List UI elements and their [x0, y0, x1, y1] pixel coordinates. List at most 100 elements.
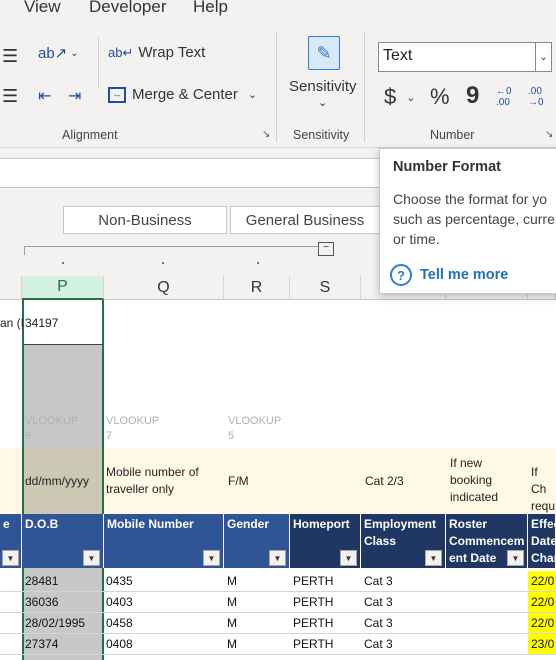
table-header-dob[interactable]: D.O.B ▼	[22, 514, 104, 568]
cell-gender[interactable]: M	[227, 593, 237, 612]
column-header-prev[interactable]	[0, 276, 22, 300]
table-header-effective[interactable]: Effec Date Chan	[528, 514, 556, 568]
instruction-roster[interactable]: If new booking indicated	[450, 455, 498, 506]
column-header-q[interactable]: Q	[104, 276, 224, 300]
cell-mobile[interactable]: 0435	[106, 572, 133, 591]
wrap-text-button[interactable]: ab↵ Wrap Text	[108, 44, 205, 61]
increase-indent-button[interactable]: ⇥	[68, 86, 81, 106]
cell-mobile[interactable]: 0408	[106, 635, 133, 654]
cell-effective-date[interactable]: 23/0	[531, 635, 554, 654]
table-header-employment[interactable]: Employment Class ▼	[361, 514, 446, 568]
cell-gender[interactable]: M	[227, 635, 237, 654]
cell-effective-date[interactable]: 22/0	[531, 593, 554, 612]
decrease-indent-button[interactable]: ⇤	[38, 86, 51, 106]
table-header-mobile[interactable]: Mobile Number ▼	[104, 514, 224, 568]
tell-me-more-link[interactable]: ? Tell me more	[390, 264, 508, 286]
cell-gender[interactable]: M	[227, 614, 237, 633]
currency-button[interactable]: $ ⌄	[384, 84, 415, 110]
align-bottom-button[interactable]: ☰	[2, 86, 18, 107]
comma-style-button[interactable]: 9	[466, 82, 479, 110]
cell-clipped-text[interactable]: an (I	[0, 316, 24, 330]
general-business-button[interactable]: General Business	[230, 206, 380, 234]
cell-employment-class[interactable]: Cat 3	[364, 572, 393, 591]
cell-mobile[interactable]: 0458	[106, 614, 133, 633]
number-launcher-icon[interactable]: ↘	[545, 129, 553, 140]
number-format-value: Text	[383, 47, 413, 64]
percent-button[interactable]: %	[430, 84, 450, 110]
wrap-text-icon: ab↵	[108, 44, 134, 60]
cell-effective-date[interactable]: 22/0	[531, 572, 554, 591]
cell-homeport[interactable]: PERTH	[293, 593, 333, 612]
sensitivity-button[interactable]: ✎ Sensitivity ⌄	[282, 32, 366, 122]
column-header-r[interactable]: R	[224, 276, 290, 300]
cell-gender[interactable]: M	[227, 572, 237, 591]
instruction-dob[interactable]: dd/mm/yyyy	[25, 473, 89, 490]
text-orientation-icon: ab↗	[38, 45, 68, 62]
chevron-down-icon: ⌄	[406, 91, 416, 104]
row-border	[0, 654, 556, 655]
filter-dropdown-icon[interactable]: ▼	[507, 550, 524, 566]
table-header-roster[interactable]: Roster Commencem ent Date ▼	[446, 514, 528, 568]
column-header-p[interactable]: P	[22, 276, 104, 300]
help-question-icon: ?	[390, 264, 412, 286]
cell-effective-date[interactable]: 22/0	[531, 614, 554, 633]
group-divider	[364, 32, 365, 142]
filter-dropdown-icon[interactable]: ▼	[203, 550, 220, 566]
orientation-button[interactable]: ab↗ ⌄	[38, 44, 79, 62]
group-label-number: Number	[430, 128, 475, 142]
cell-homeport[interactable]: PERTH	[293, 635, 333, 654]
menu-developer[interactable]: Developer	[89, 0, 167, 17]
cell-dob[interactable]: 36036	[25, 593, 58, 612]
align-lines-icon: ☰	[2, 46, 18, 66]
instruction-effective[interactable]: If Ch requ	[531, 464, 556, 515]
filter-dropdown-icon[interactable]: ▼	[269, 550, 286, 566]
merge-cells-icon: ↔	[108, 86, 126, 103]
filter-dropdown-icon[interactable]: ▼	[2, 550, 19, 566]
cell-homeport[interactable]: PERTH	[293, 572, 333, 591]
cell-employment-class[interactable]: Cat 3	[364, 614, 393, 633]
cell-dob[interactable]: 28/02/1995	[25, 614, 85, 633]
vlookup-note: VLOOKUP 6	[25, 415, 79, 442]
dollar-icon: $	[384, 84, 397, 109]
table-header-gender[interactable]: Gender ▼	[224, 514, 290, 568]
increase-decimal-button[interactable]: ←0 .00	[496, 86, 520, 108]
instruction-employment[interactable]: Cat 2/3	[365, 473, 404, 490]
number-format-dropdown[interactable]: Text ⌄	[378, 42, 552, 72]
instruction-cell[interactable]	[0, 448, 22, 514]
table-header-homeport[interactable]: Homeport ▼	[290, 514, 361, 568]
cell-employment-class[interactable]: Cat 3	[364, 635, 393, 654]
filter-dropdown-icon[interactable]: ▼	[83, 550, 100, 566]
alignment-launcher-icon[interactable]: ↘	[262, 129, 270, 140]
group-label-alignment: Alignment	[62, 128, 118, 142]
filter-dropdown-icon[interactable]: ▼	[340, 550, 357, 566]
outline-dot	[162, 262, 164, 264]
cell-mobile[interactable]: 0403	[106, 593, 133, 612]
align-right-button[interactable]: ☰	[2, 46, 18, 66]
increase-decimal-icon: ←0 .00	[496, 86, 512, 108]
table-header-prev[interactable]: e ▼	[0, 514, 22, 568]
cell-p-value[interactable]: 34197	[25, 316, 58, 330]
cell-employment-class[interactable]: Cat 3	[364, 593, 393, 612]
outline-dot	[257, 262, 259, 264]
cell-dob[interactable]: 27374	[25, 635, 58, 654]
comma-icon: 9	[466, 82, 480, 109]
row-border	[0, 633, 556, 634]
cell-homeport[interactable]: PERTH	[293, 614, 333, 633]
menu-view[interactable]: View	[24, 0, 61, 17]
collapse-group-button[interactable]: −	[318, 242, 334, 256]
chevron-down-icon[interactable]: ⌄	[535, 43, 551, 71]
instruction-mobile[interactable]: Mobile number of traveller only	[106, 464, 199, 498]
instruction-gender[interactable]: F/M	[228, 473, 249, 490]
increase-indent-icon: ⇥	[68, 88, 82, 105]
cell-dob[interactable]: 28481	[25, 572, 58, 591]
non-business-button[interactable]: Non-Business	[63, 206, 227, 234]
tooltip-body: Choose the format for yo such as percent…	[393, 191, 555, 247]
column-header-s[interactable]: S	[290, 276, 361, 300]
filter-dropdown-icon[interactable]: ▼	[425, 550, 442, 566]
decrease-decimal-button[interactable]: .00 →0	[528, 86, 552, 108]
merge-center-button[interactable]: ↔ Merge & Center ⌄	[108, 86, 257, 103]
vlookup-note: VLOOKUP 5	[228, 415, 282, 442]
menu-help[interactable]: Help	[193, 0, 228, 17]
row-border	[0, 612, 556, 613]
chevron-down-icon: ⌄	[247, 89, 258, 101]
